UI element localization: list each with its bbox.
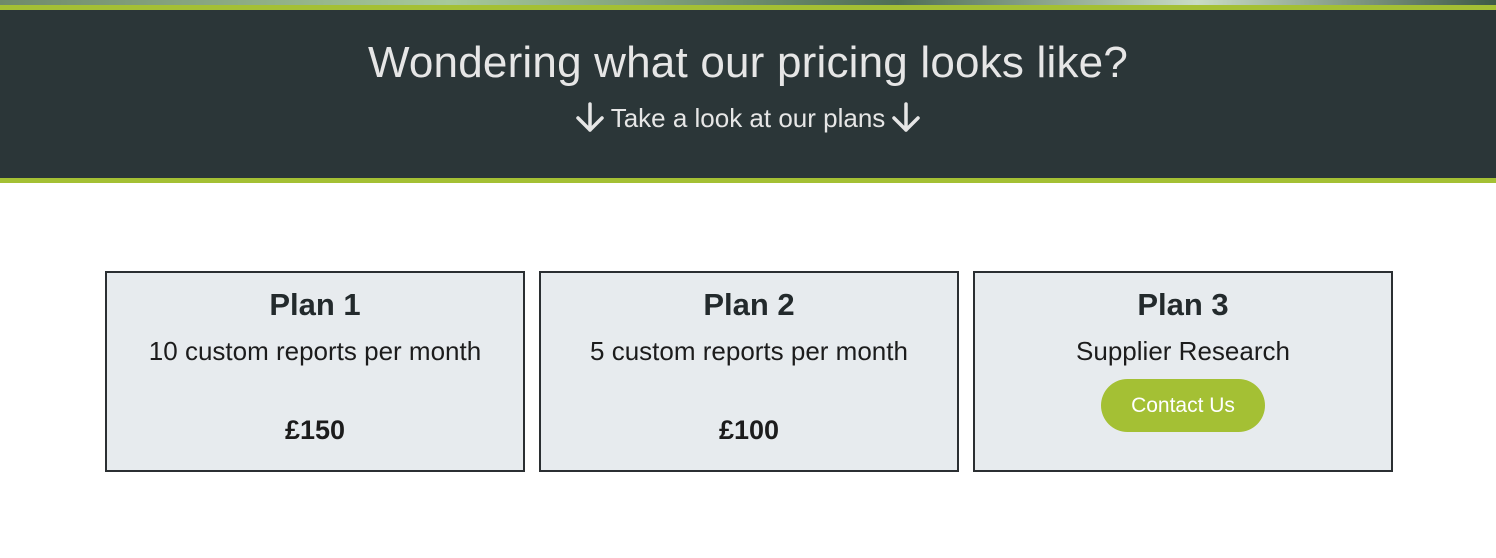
plan-name: Plan 2 xyxy=(703,287,795,322)
arrow-down-icon xyxy=(892,102,921,132)
arrow-down-icon xyxy=(575,102,604,132)
plan-name: Plan 1 xyxy=(269,287,361,322)
pricing-banner: Wondering what our pricing looks like? T… xyxy=(0,5,1496,183)
plan-card-2: Plan 2 5 custom reports per month £100 xyxy=(539,271,959,472)
plan-description: Supplier Research xyxy=(1076,336,1290,366)
plan-description: 5 custom reports per month xyxy=(590,336,908,366)
banner-title: Wondering what our pricing looks like? xyxy=(367,38,1129,87)
plan-description: 10 custom reports per month xyxy=(148,336,482,366)
plan-card-1: Plan 1 10 custom reports per month £150 xyxy=(105,271,525,472)
banner-subtitle-row: Take a look at our plans xyxy=(573,101,924,135)
contact-us-button[interactable]: Contact Us xyxy=(1101,379,1265,432)
plans-row: Plan 1 10 custom reports per month £150 … xyxy=(105,271,1393,472)
banner-subtitle: Take a look at our plans xyxy=(610,103,886,133)
plan-name: Plan 3 xyxy=(1137,287,1229,322)
plan-card-3: Plan 3 Supplier Research Contact Us xyxy=(973,271,1393,472)
plan-price: £150 xyxy=(284,415,346,445)
plan-price: £100 xyxy=(718,415,780,445)
